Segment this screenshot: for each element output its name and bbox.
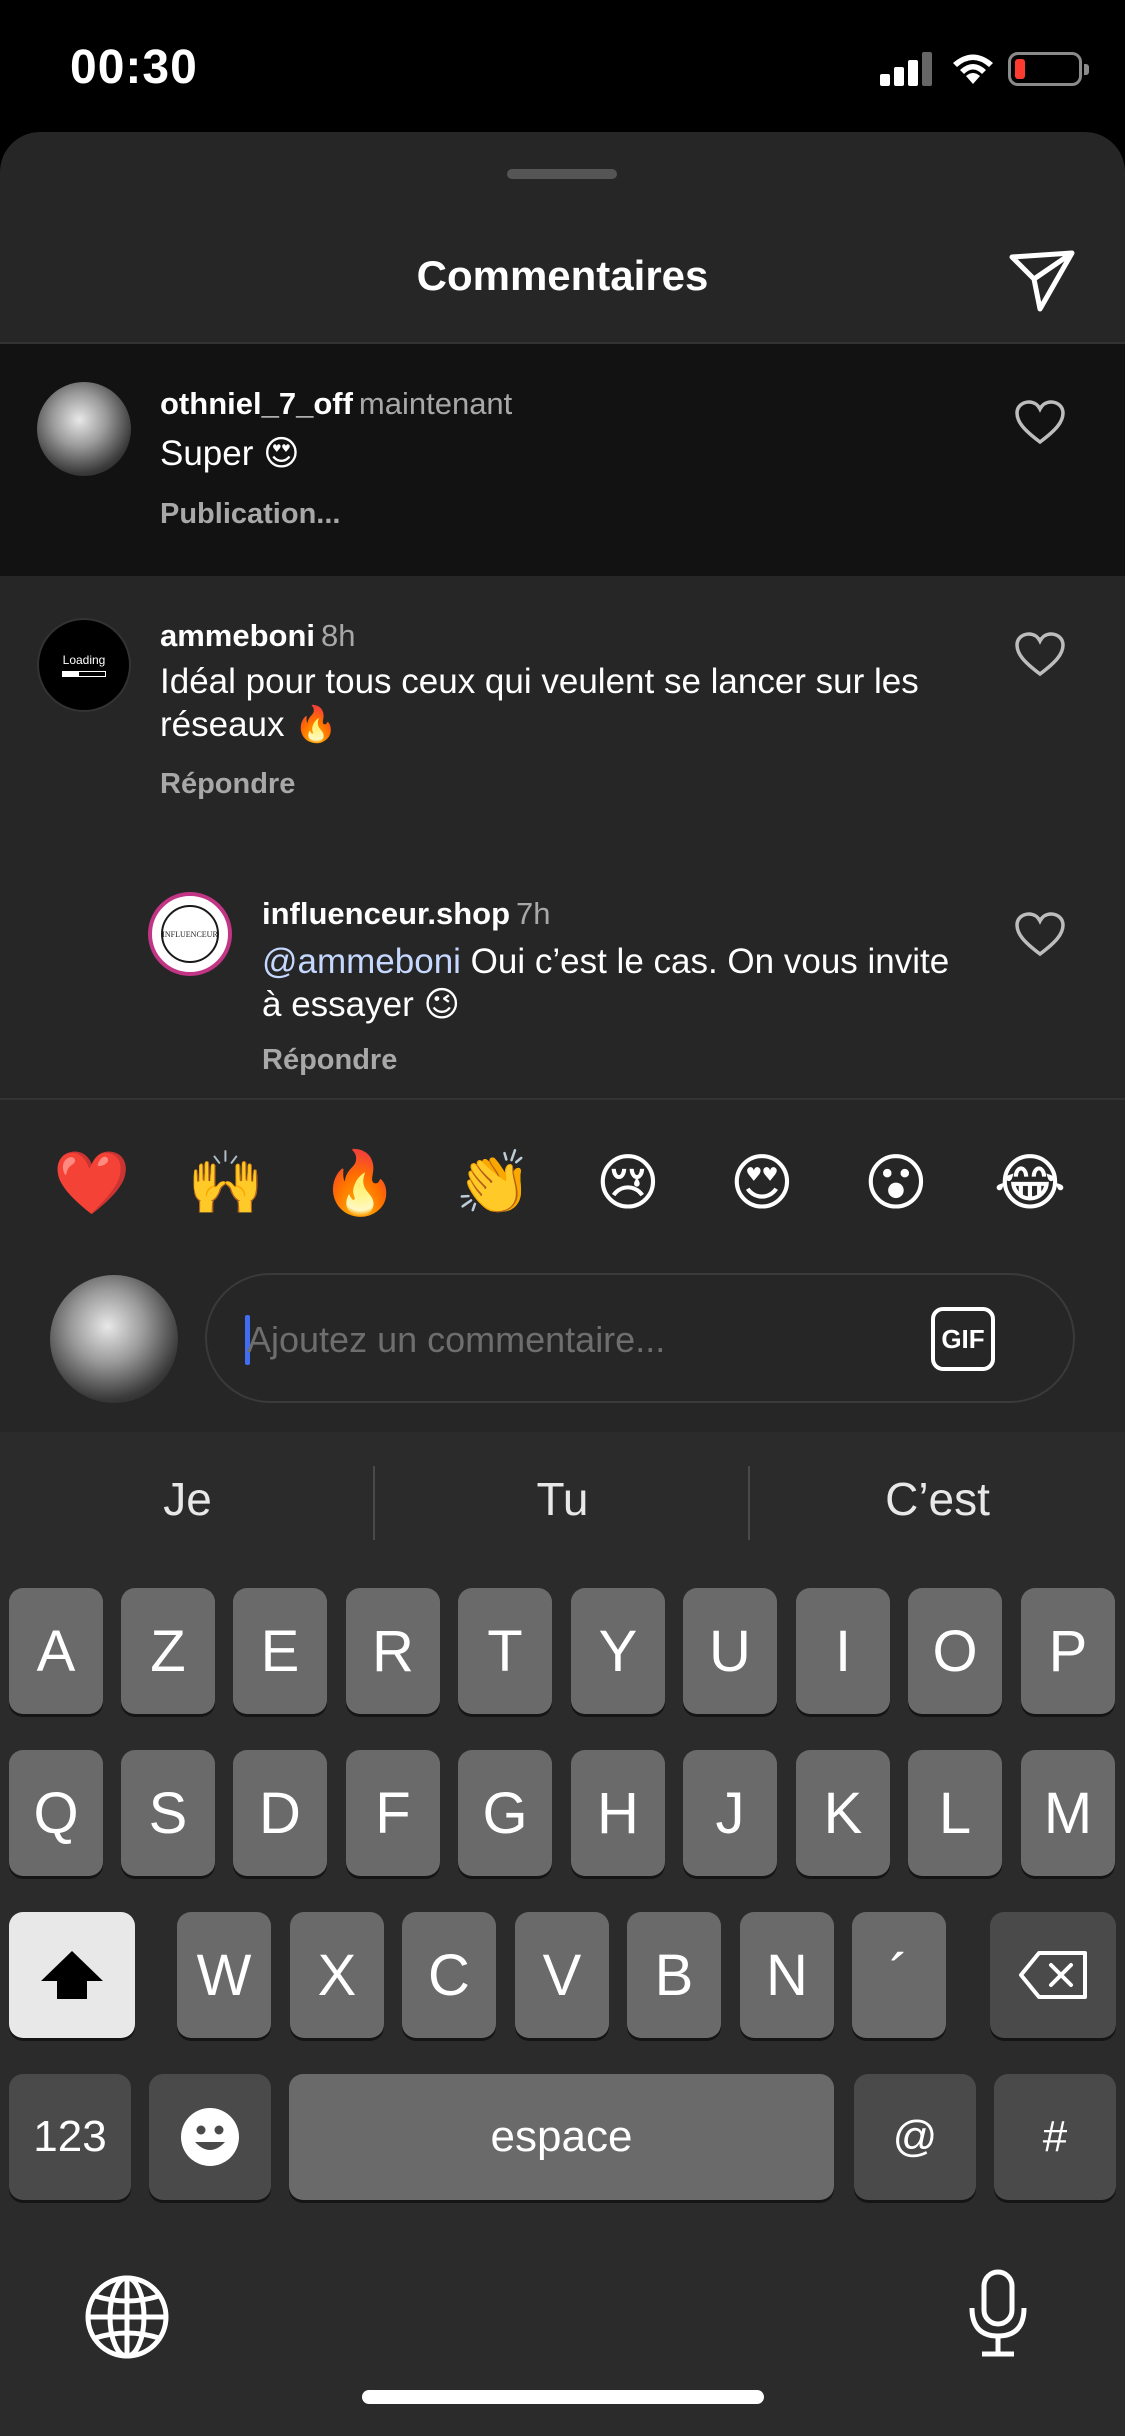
key-i[interactable]: I <box>796 1588 890 1714</box>
key-m[interactable]: M <box>1021 1750 1115 1876</box>
comment-item: othniel_7_off maintenant Super 😍 Publicat… <box>0 344 1125 576</box>
emoji-surprised[interactable]: 😮 <box>856 1148 936 1218</box>
comments-sheet: Commentaires othniel_7_off maintenant Sup… <box>0 132 1125 1432</box>
heart-icon[interactable] <box>1014 912 1066 958</box>
key-o[interactable]: O <box>908 1588 1002 1714</box>
comment-text: Idéal pour tous ceux qui veulent se lanc… <box>160 662 919 744</box>
emoji-keyboard-key[interactable] <box>149 2074 271 2200</box>
comment-input[interactable]: Ajoutez un commentaire... GIF <box>205 1273 1075 1403</box>
key-v[interactable]: V <box>515 1912 609 2038</box>
key-c[interactable]: C <box>402 1912 496 2038</box>
key-k[interactable]: K <box>796 1750 890 1876</box>
key-j[interactable]: J <box>683 1750 777 1876</box>
home-indicator[interactable] <box>362 2390 764 2404</box>
key-p[interactable]: P <box>1021 1588 1115 1714</box>
key-accent[interactable]: ´ <box>852 1912 946 2038</box>
heart-icon[interactable] <box>1014 400 1066 446</box>
key-l[interactable]: L <box>908 1750 1002 1876</box>
status-bar: 00:30 <box>0 0 1125 140</box>
comment-username[interactable]: othniel_7_off <box>160 386 353 421</box>
avatar[interactable] <box>37 382 131 476</box>
key-u[interactable]: U <box>683 1588 777 1714</box>
avatar[interactable]: INFLUENCEUR <box>148 892 232 976</box>
emoji-cry[interactable]: 😢 <box>588 1148 668 1218</box>
hash-key[interactable]: # <box>994 2074 1116 2200</box>
comment-time: maintenant <box>358 386 513 421</box>
comment-item: Loading ammeboni 8h Idéal pour tous ceux … <box>0 576 1125 856</box>
globe-icon[interactable] <box>84 2274 170 2360</box>
emoji-heart-eyes[interactable]: 😍 <box>722 1148 802 1218</box>
emoji-fire[interactable]: 🔥 <box>320 1148 400 1218</box>
cellular-signal-icon <box>880 52 934 86</box>
key-y[interactable]: Y <box>571 1588 665 1714</box>
comment-reply-item: INFLUENCEUR influenceur.shop 7h @ammeboni… <box>0 856 1125 1092</box>
emoji-laughing[interactable]: 😂 <box>990 1148 1070 1218</box>
emoji-divider <box>0 1098 1125 1100</box>
suggestion-1[interactable]: Je <box>0 1472 375 1526</box>
numbers-key[interactable]: 123 <box>9 2074 131 2200</box>
suggestion-2[interactable]: Tu <box>375 1472 750 1526</box>
comment-status: Publication... <box>160 498 341 530</box>
comment-mention[interactable]: @ammeboni <box>262 942 461 981</box>
comment-text: @ammeboni Oui c’est le cas. On vous invi… <box>262 942 950 1024</box>
emoji-clap[interactable]: 👏 <box>454 1148 534 1218</box>
key-e[interactable]: E <box>233 1588 327 1714</box>
key-t[interactable]: T <box>458 1588 552 1714</box>
key-a[interactable]: A <box>9 1588 103 1714</box>
battery-icon <box>1008 52 1089 86</box>
key-g[interactable]: G <box>458 1750 552 1876</box>
smiley-icon <box>181 2108 239 2166</box>
gif-button[interactable]: GIF <box>931 1307 995 1371</box>
key-x[interactable]: X <box>290 1912 384 2038</box>
comment-time: 7h <box>516 896 551 931</box>
wifi-icon <box>953 54 993 84</box>
emoji-raised-hands[interactable]: 🙌 <box>186 1148 266 1218</box>
comment-username[interactable]: influenceur.shop <box>262 896 510 931</box>
comment-text: Super 😍 <box>160 434 300 473</box>
shift-key[interactable] <box>9 1912 135 2038</box>
status-time: 00:30 <box>70 41 198 94</box>
composer-avatar <box>50 1275 178 1403</box>
key-z[interactable]: Z <box>121 1588 215 1714</box>
emoji-heart[interactable]: ❤️ <box>52 1148 132 1218</box>
at-key[interactable]: @ <box>854 2074 976 2200</box>
backspace-icon <box>1019 1951 1087 1999</box>
key-n[interactable]: N <box>740 1912 834 2038</box>
key-d[interactable]: D <box>233 1750 327 1876</box>
shift-icon <box>41 1951 103 1999</box>
sheet-grabber[interactable] <box>507 169 617 179</box>
heart-icon[interactable] <box>1014 632 1066 678</box>
avatar[interactable]: Loading <box>37 618 131 712</box>
key-q[interactable]: Q <box>9 1750 103 1876</box>
key-s[interactable]: S <box>121 1750 215 1876</box>
suggestion-3[interactable]: C’est <box>750 1472 1125 1526</box>
reply-button[interactable]: Répondre <box>160 768 295 801</box>
key-r[interactable]: R <box>346 1588 440 1714</box>
comment-placeholder: Ajoutez un commentaire... <box>247 1319 666 1360</box>
key-w[interactable]: W <box>177 1912 271 2038</box>
microphone-icon[interactable] <box>966 2268 1030 2360</box>
key-b[interactable]: B <box>627 1912 721 2038</box>
keyboard: Je Tu C’est A Z E R T Y U I O P Q S D F … <box>0 1432 1125 2436</box>
backspace-key[interactable] <box>990 1912 1116 2038</box>
key-h[interactable]: H <box>571 1750 665 1876</box>
sheet-title: Commentaires <box>416 252 709 299</box>
space-key[interactable]: espace <box>289 2074 834 2200</box>
key-f[interactable]: F <box>346 1750 440 1876</box>
comment-time: 8h <box>321 618 356 653</box>
comment-username[interactable]: ammeboni <box>160 618 315 653</box>
send-icon[interactable] <box>1006 243 1078 315</box>
reply-button[interactable]: Répondre <box>262 1044 397 1077</box>
